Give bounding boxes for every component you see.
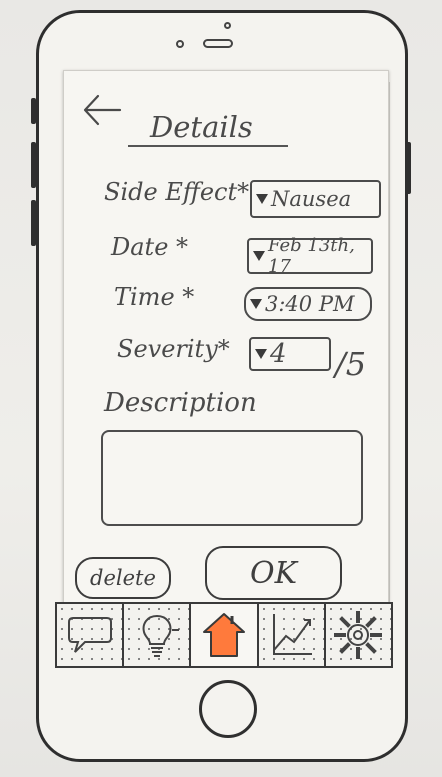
severity-label: Severity* — [117, 335, 230, 363]
severity-dropdown[interactable]: 4 — [249, 337, 331, 371]
severity-value: 4 — [270, 339, 287, 369]
home-icon — [203, 613, 245, 657]
chevron-down-icon — [250, 299, 262, 309]
date-dropdown[interactable]: Feb 13th, 17 — [247, 235, 373, 277]
chevron-down-icon — [255, 349, 267, 359]
front-camera — [176, 40, 184, 48]
bottom-tab-bar — [55, 602, 393, 668]
earpiece-speaker — [203, 39, 233, 48]
description-textarea[interactable] — [101, 430, 363, 526]
gear-icon — [334, 611, 383, 659]
severity-scale-max: /5 — [335, 345, 367, 383]
side-button-mute — [31, 98, 36, 124]
tab-trends[interactable] — [258, 604, 326, 666]
chevron-down-icon — [256, 194, 268, 204]
time-label: Time * — [114, 283, 195, 311]
side-effect-value: Nausea — [271, 187, 352, 211]
home-button[interactable] — [199, 680, 257, 738]
date-label: Date * — [111, 233, 189, 261]
side-button-power — [406, 142, 411, 194]
line-chart-icon — [273, 614, 313, 655]
speech-bubble-icon — [67, 617, 112, 653]
side-effect-label: Side Effect* — [104, 178, 250, 206]
tab-settings[interactable] — [325, 604, 392, 666]
time-dropdown[interactable]: 3:40 PM — [244, 287, 372, 321]
side-button-volume-down — [31, 200, 36, 246]
time-value: 3:40 PM — [265, 292, 355, 316]
back-arrow-icon[interactable] — [80, 92, 124, 128]
delete-button[interactable]: delete — [75, 557, 171, 599]
tab-tips[interactable] — [124, 604, 192, 666]
date-value: Feb 13th, 17 — [268, 235, 355, 277]
title-underline — [128, 145, 288, 147]
chevron-down-icon — [253, 251, 265, 261]
description-label: Description — [104, 388, 257, 418]
page-title: Details — [150, 110, 253, 144]
ok-button[interactable]: OK — [205, 546, 342, 600]
side-button-volume-up — [31, 142, 36, 188]
tab-home[interactable] — [191, 604, 259, 666]
lightbulb-icon — [142, 614, 179, 657]
tab-messages[interactable] — [57, 604, 125, 666]
side-effect-dropdown[interactable]: Nausea — [250, 180, 381, 218]
front-sensor — [224, 22, 231, 29]
